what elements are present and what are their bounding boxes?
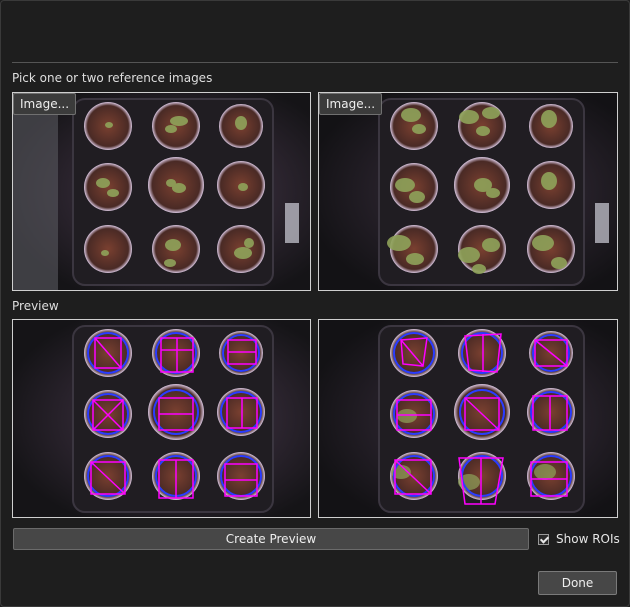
roi-preview-left [13,320,310,517]
preview-image-right [318,319,618,518]
roi-preview-right [319,320,617,517]
plant-tray-image-left [13,93,310,290]
preview-image-left [12,319,311,518]
done-button[interactable]: Done [538,571,617,595]
reference-image-right[interactable]: Image... [318,92,618,291]
create-preview-button[interactable]: Create Preview [13,528,529,550]
plant-tray-image-right [319,93,617,290]
header-divider [12,62,618,63]
show-rois-toggle[interactable]: Show ROIs [538,531,620,547]
reference-image-left[interactable]: Image... [12,92,311,291]
image-button-left[interactable]: Image... [13,93,77,115]
reference-images-label: Pick one or two reference images [12,71,213,85]
show-rois-label: Show ROIs [556,532,620,546]
image-button-right[interactable]: Image... [319,93,383,115]
preview-label: Preview [12,299,59,313]
show-rois-checkbox[interactable] [538,533,549,545]
